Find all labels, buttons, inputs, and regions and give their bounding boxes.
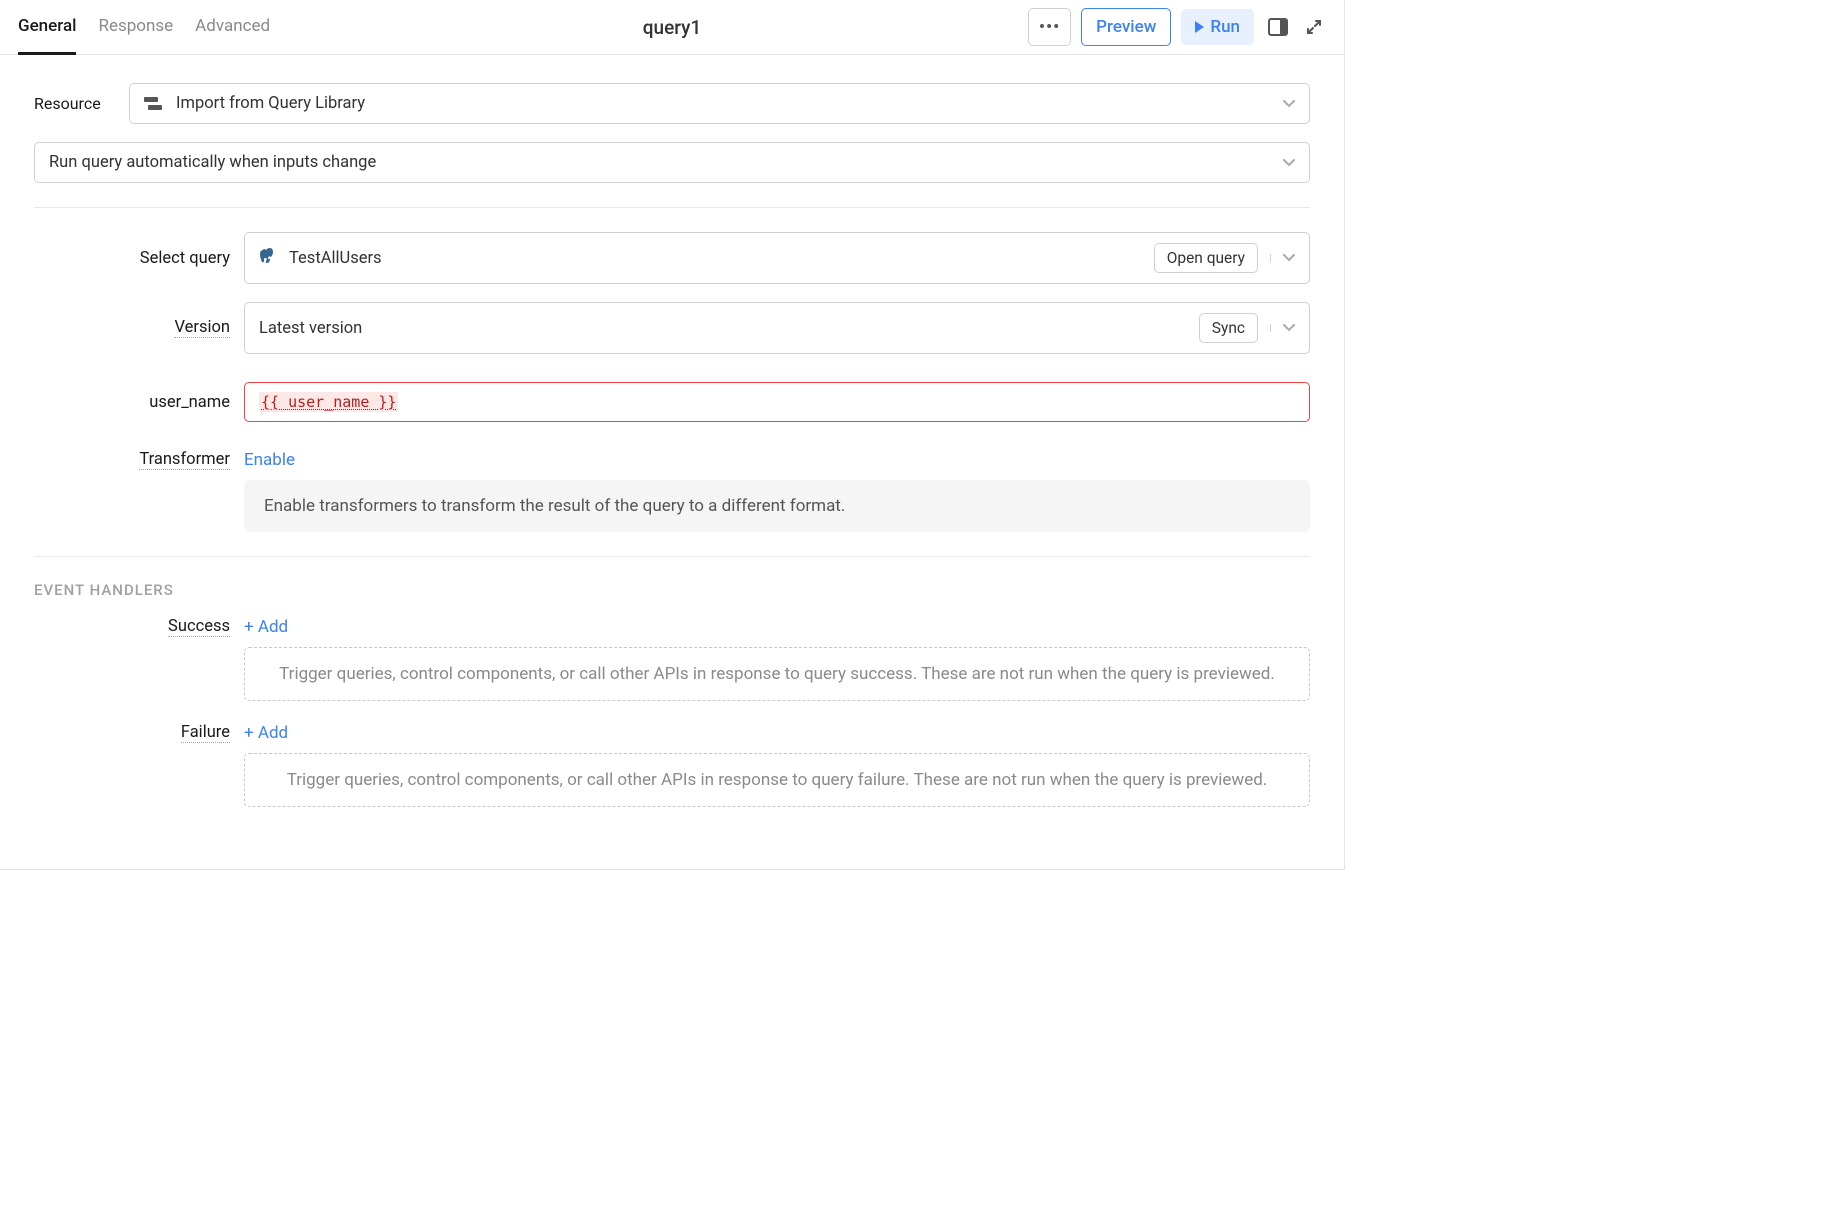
success-description: Trigger queries, control components, or … bbox=[244, 647, 1310, 701]
version-select[interactable]: Latest version Sync bbox=[244, 302, 1310, 354]
param-value-token: {{ user_name }} bbox=[259, 392, 398, 412]
version-value: Latest version bbox=[259, 319, 362, 338]
preview-button[interactable]: Preview bbox=[1081, 8, 1171, 46]
resource-label: Resource bbox=[34, 94, 129, 113]
success-label: Success bbox=[34, 617, 244, 637]
tab-general[interactable]: General bbox=[18, 0, 76, 55]
chevron-down-icon bbox=[1283, 94, 1295, 113]
editor-tabs: General Response Advanced bbox=[18, 0, 270, 55]
transformer-description: Enable transformers to transform the res… bbox=[244, 480, 1310, 532]
version-label: Version bbox=[34, 318, 244, 338]
run-button[interactable]: Run bbox=[1181, 9, 1254, 45]
chevron-down-icon bbox=[1283, 153, 1295, 172]
param-label: user_name bbox=[34, 393, 244, 412]
tab-advanced[interactable]: Advanced bbox=[195, 0, 270, 55]
more-button[interactable]: ••• bbox=[1028, 8, 1071, 46]
events-section-title: EVENT HANDLERS bbox=[34, 581, 1310, 599]
success-add-link[interactable]: + Add bbox=[244, 617, 288, 637]
failure-add-link[interactable]: + Add bbox=[244, 723, 288, 743]
failure-label: Failure bbox=[34, 723, 244, 743]
transformer-label: Transformer bbox=[34, 450, 244, 470]
run-behavior-value: Run query automatically when inputs chan… bbox=[49, 153, 376, 172]
open-query-button[interactable]: Open query bbox=[1154, 243, 1258, 273]
run-behavior-select[interactable]: Run query automatically when inputs chan… bbox=[34, 142, 1310, 183]
param-input[interactable]: {{ user_name }} bbox=[244, 382, 1310, 422]
resource-select[interactable]: Import from Query Library bbox=[129, 83, 1310, 124]
resource-value: Import from Query Library bbox=[176, 94, 365, 113]
select-query-label: Select query bbox=[34, 249, 244, 268]
chevron-down-icon bbox=[1270, 324, 1295, 332]
panel-toggle-icon[interactable] bbox=[1264, 14, 1292, 40]
library-icon bbox=[144, 97, 162, 111]
run-button-label: Run bbox=[1210, 17, 1240, 37]
query-editor-header: General Response Advanced query1 ••• Pre… bbox=[0, 0, 1344, 55]
header-actions: ••• Preview Run bbox=[1028, 8, 1326, 46]
postgres-icon bbox=[259, 248, 279, 268]
chevron-down-icon bbox=[1270, 254, 1295, 262]
select-query-select[interactable]: TestAllUsers Open query bbox=[244, 232, 1310, 284]
select-query-value: TestAllUsers bbox=[289, 249, 382, 268]
failure-description: Trigger queries, control components, or … bbox=[244, 753, 1310, 807]
transformer-enable-link[interactable]: Enable bbox=[244, 450, 295, 470]
sync-button[interactable]: Sync bbox=[1199, 313, 1258, 343]
query-name[interactable]: query1 bbox=[643, 16, 701, 39]
tab-response[interactable]: Response bbox=[98, 0, 173, 55]
play-icon bbox=[1195, 21, 1204, 33]
expand-icon[interactable] bbox=[1302, 15, 1326, 39]
